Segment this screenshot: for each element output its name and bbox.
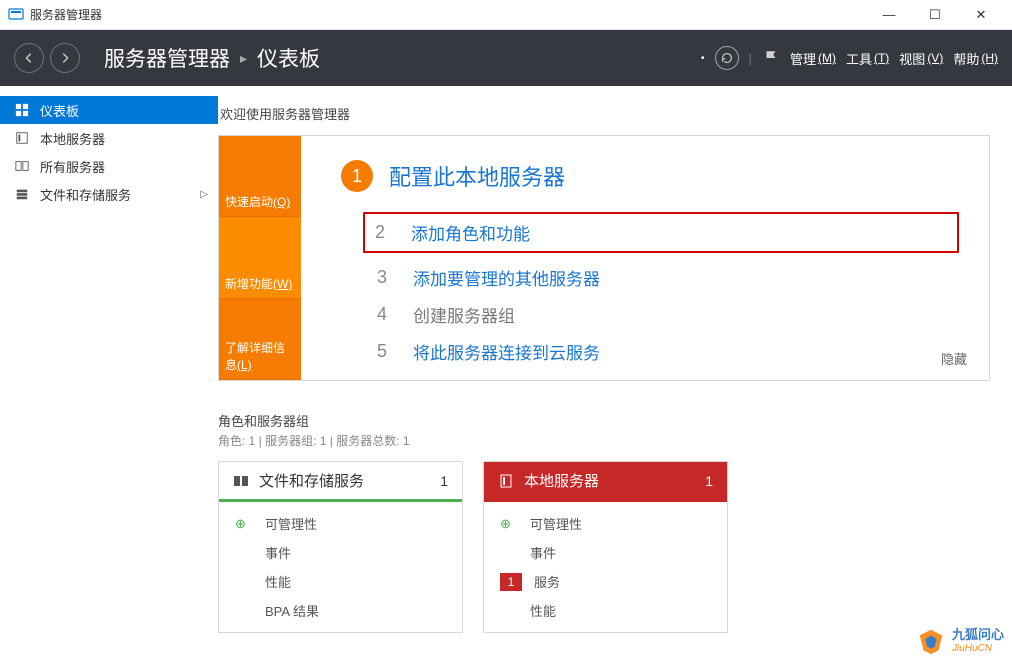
quickstart-tabs: 快速启动(Q) 新增功能(W) 了解详细信息(L) <box>219 136 301 380</box>
card-header: 本地服务器 1 <box>484 462 727 502</box>
sidebar-item-all-servers[interactable]: 所有服务器 <box>0 152 218 180</box>
card-row[interactable]: 1服务 <box>500 572 711 591</box>
titlebar: 服务器管理器 — ☐ ✕ <box>0 0 1012 30</box>
card-row[interactable]: 事件 <box>500 543 711 562</box>
flag-icon[interactable] <box>762 49 780 67</box>
card-header: 文件和存储服务 1 <box>219 462 462 502</box>
storage-icon <box>233 473 249 489</box>
sidebar-item-label: 仪表板 <box>40 101 79 120</box>
up-arrow-icon: ⊕ <box>500 516 518 532</box>
sidebar-item-label: 本地服务器 <box>40 129 105 148</box>
qs-tab-quickstart[interactable]: 快速启动(Q) <box>219 136 301 217</box>
card-row[interactable]: BPA 结果 <box>235 601 446 620</box>
qs-step-cloud[interactable]: 5 将此服务器连接到云服务 <box>371 339 959 364</box>
server-icon <box>14 131 30 145</box>
card-count: 1 <box>440 473 448 489</box>
sidebar-item-storage[interactable]: 文件和存储服务 ▷ <box>0 180 218 208</box>
qs-heading-number: 1 <box>341 160 373 192</box>
qs-step-create-group[interactable]: 4 创建服务器组 <box>371 302 959 327</box>
qs-heading[interactable]: 1 配置此本地服务器 <box>341 160 959 192</box>
divider: | <box>749 51 752 66</box>
refresh-dropdown-icon[interactable]: • <box>701 53 705 64</box>
window-title: 服务器管理器 <box>30 6 102 23</box>
breadcrumb-sep-icon: ▸ <box>240 50 247 67</box>
welcome-title: 欢迎使用服务器管理器 <box>220 104 990 123</box>
close-button[interactable]: ✕ <box>958 0 1004 30</box>
quickstart-panel: 快速启动(Q) 新增功能(W) 了解详细信息(L) 1 配置此本地服务器 2 添… <box>218 135 990 381</box>
maximize-button[interactable]: ☐ <box>912 0 958 30</box>
sidebar-item-dashboard[interactable]: 仪表板 <box>0 96 218 124</box>
card-title: 文件和存储服务 <box>259 470 364 491</box>
menu-manage[interactable]: 管理(M) <box>790 49 836 68</box>
qs-tab-whatsnew[interactable]: 新增功能(W) <box>219 217 301 298</box>
storage-icon <box>14 187 30 201</box>
app-icon <box>8 7 24 23</box>
breadcrumb-root[interactable]: 服务器管理器 <box>104 43 230 73</box>
breadcrumb-current: 仪表板 <box>257 43 320 73</box>
sidebar-item-label: 所有服务器 <box>40 157 105 176</box>
role-card-storage[interactable]: 文件和存储服务 1 ⊕可管理性 事件 性能 BPA 结果 <box>218 461 463 633</box>
sidebar: 仪表板 本地服务器 所有服务器 文件和存储服务 ▷ <box>0 86 218 660</box>
window-controls: — ☐ ✕ <box>866 0 1004 30</box>
header-bar: 服务器管理器 ▸ 仪表板 • | 管理(M) 工具(T) 视图(V) 帮助(H) <box>0 30 1012 86</box>
menu-help[interactable]: 帮助(H) <box>953 49 998 68</box>
main: 仪表板 本地服务器 所有服务器 文件和存储服务 ▷ 欢迎使用服务器管理器 快速启… <box>0 86 1012 660</box>
qs-tab-learnmore[interactable]: 了解详细信息(L) <box>219 299 301 380</box>
hide-link[interactable]: 隐藏 <box>941 349 967 368</box>
quickstart-content: 1 配置此本地服务器 2 添加角色和功能 3 添加要管理的其他服务器 4 创建服… <box>301 136 989 380</box>
card-body: ⊕可管理性 事件 1服务 性能 <box>484 502 727 632</box>
qs-heading-text: 配置此本地服务器 <box>389 160 565 192</box>
alert-badge: 1 <box>500 573 522 591</box>
sidebar-item-label: 文件和存储服务 <box>40 185 131 204</box>
minimize-button[interactable]: — <box>866 0 912 30</box>
breadcrumb: 服务器管理器 ▸ 仪表板 <box>104 43 320 73</box>
content: 欢迎使用服务器管理器 快速启动(Q) 新增功能(W) 了解详细信息(L) 1 配… <box>218 86 1012 660</box>
chevron-right-icon: ▷ <box>200 189 208 200</box>
server-icon <box>498 473 514 489</box>
menu-view[interactable]: 视图(V) <box>899 49 943 68</box>
card-row[interactable]: 性能 <box>235 572 446 591</box>
nav-forward-button[interactable] <box>50 43 80 73</box>
qs-step-add-roles[interactable]: 2 添加角色和功能 <box>363 212 959 253</box>
refresh-icon[interactable] <box>715 46 739 70</box>
card-title: 本地服务器 <box>524 470 599 491</box>
dashboard-icon <box>14 103 30 117</box>
menu-tools[interactable]: 工具(T) <box>846 49 889 68</box>
header-right: • | 管理(M) 工具(T) 视图(V) 帮助(H) <box>701 46 998 70</box>
sidebar-item-local-server[interactable]: 本地服务器 <box>0 124 218 152</box>
card-row[interactable]: ⊕可管理性 <box>235 514 446 533</box>
nav-back-button[interactable] <box>14 43 44 73</box>
card-body: ⊕可管理性 事件 性能 BPA 结果 <box>219 502 462 632</box>
qs-steps: 2 添加角色和功能 3 添加要管理的其他服务器 4 创建服务器组 5 将此服务器… <box>341 212 959 364</box>
servers-icon <box>14 159 30 173</box>
card-row[interactable]: 性能 <box>500 601 711 620</box>
card-count: 1 <box>705 473 713 489</box>
role-card-local-server[interactable]: 本地服务器 1 ⊕可管理性 事件 1服务 性能 <box>483 461 728 633</box>
roles-title: 角色和服务器组 <box>218 411 990 430</box>
role-cards: 文件和存储服务 1 ⊕可管理性 事件 性能 BPA 结果 本地服务器 1 <box>218 461 990 633</box>
card-row[interactable]: ⊕可管理性 <box>500 514 711 533</box>
roles-subtitle: 角色: 1 | 服务器组: 1 | 服务器总数: 1 <box>218 432 990 449</box>
up-arrow-icon: ⊕ <box>235 516 253 532</box>
card-row[interactable]: 事件 <box>235 543 446 562</box>
qs-step-add-servers[interactable]: 3 添加要管理的其他服务器 <box>371 265 959 290</box>
